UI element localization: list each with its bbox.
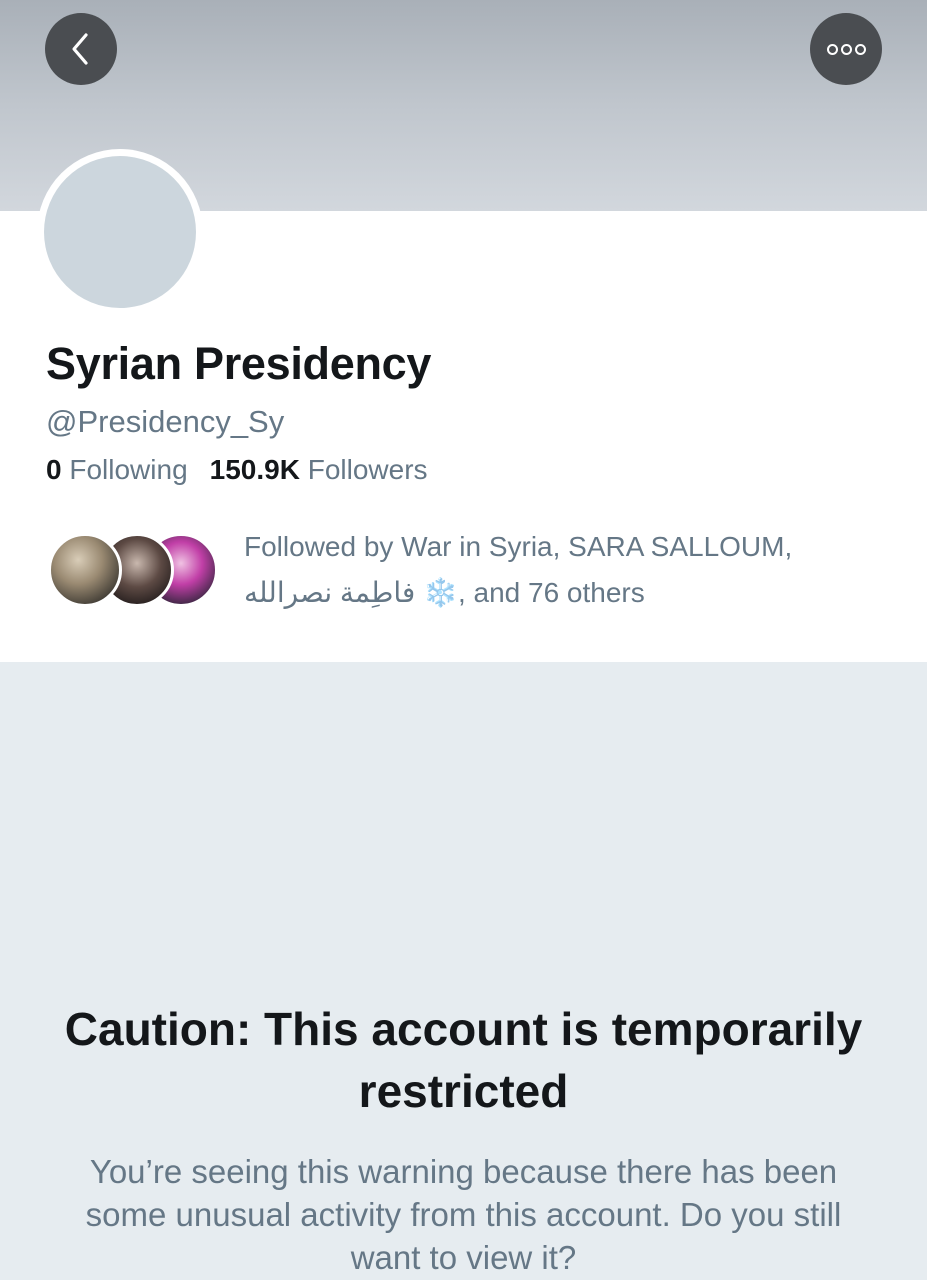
followers-label: Followers bbox=[307, 454, 428, 485]
followed-by-line1: Followed by War in Syria, SARA SALLOUM, bbox=[244, 531, 793, 562]
follow-stats: 0 Following 150.9K Followers bbox=[46, 454, 428, 486]
display-name: Syrian Presidency bbox=[46, 338, 432, 389]
more-options-button[interactable] bbox=[810, 13, 882, 85]
more-options-icon bbox=[826, 43, 866, 55]
followers-link[interactable]: 150.9K Followers bbox=[210, 454, 428, 485]
followers-count: 150.9K bbox=[209, 454, 300, 485]
followed-by-text[interactable]: Followed by War in Syria, SARA SALLOUM, … bbox=[244, 524, 884, 616]
following-link[interactable]: 0 Following bbox=[46, 454, 188, 485]
restriction-message: You’re seeing this warning because there… bbox=[85, 1153, 842, 1276]
user-handle: @Presidency_Sy bbox=[46, 404, 285, 439]
restriction-title: Caution: This account is temporarily res… bbox=[64, 1003, 863, 1117]
followed-by-avatars[interactable] bbox=[48, 533, 218, 607]
snowflake-icon: ❄️ bbox=[423, 577, 458, 608]
following-label: Following bbox=[69, 454, 188, 485]
follower-name-arabic: فاطِمة نصرالله bbox=[244, 577, 416, 608]
chevron-left-icon bbox=[72, 33, 88, 65]
followed-by-others: , and 76 others bbox=[457, 577, 645, 608]
profile-avatar[interactable] bbox=[37, 149, 203, 315]
follower-avatar bbox=[48, 533, 122, 607]
avatar-placeholder bbox=[44, 156, 196, 308]
back-button[interactable] bbox=[45, 13, 117, 85]
following-count: 0 bbox=[46, 454, 62, 485]
followed-by-line2: فاطِمة نصرالله ❄️, and 76 others bbox=[244, 570, 884, 616]
